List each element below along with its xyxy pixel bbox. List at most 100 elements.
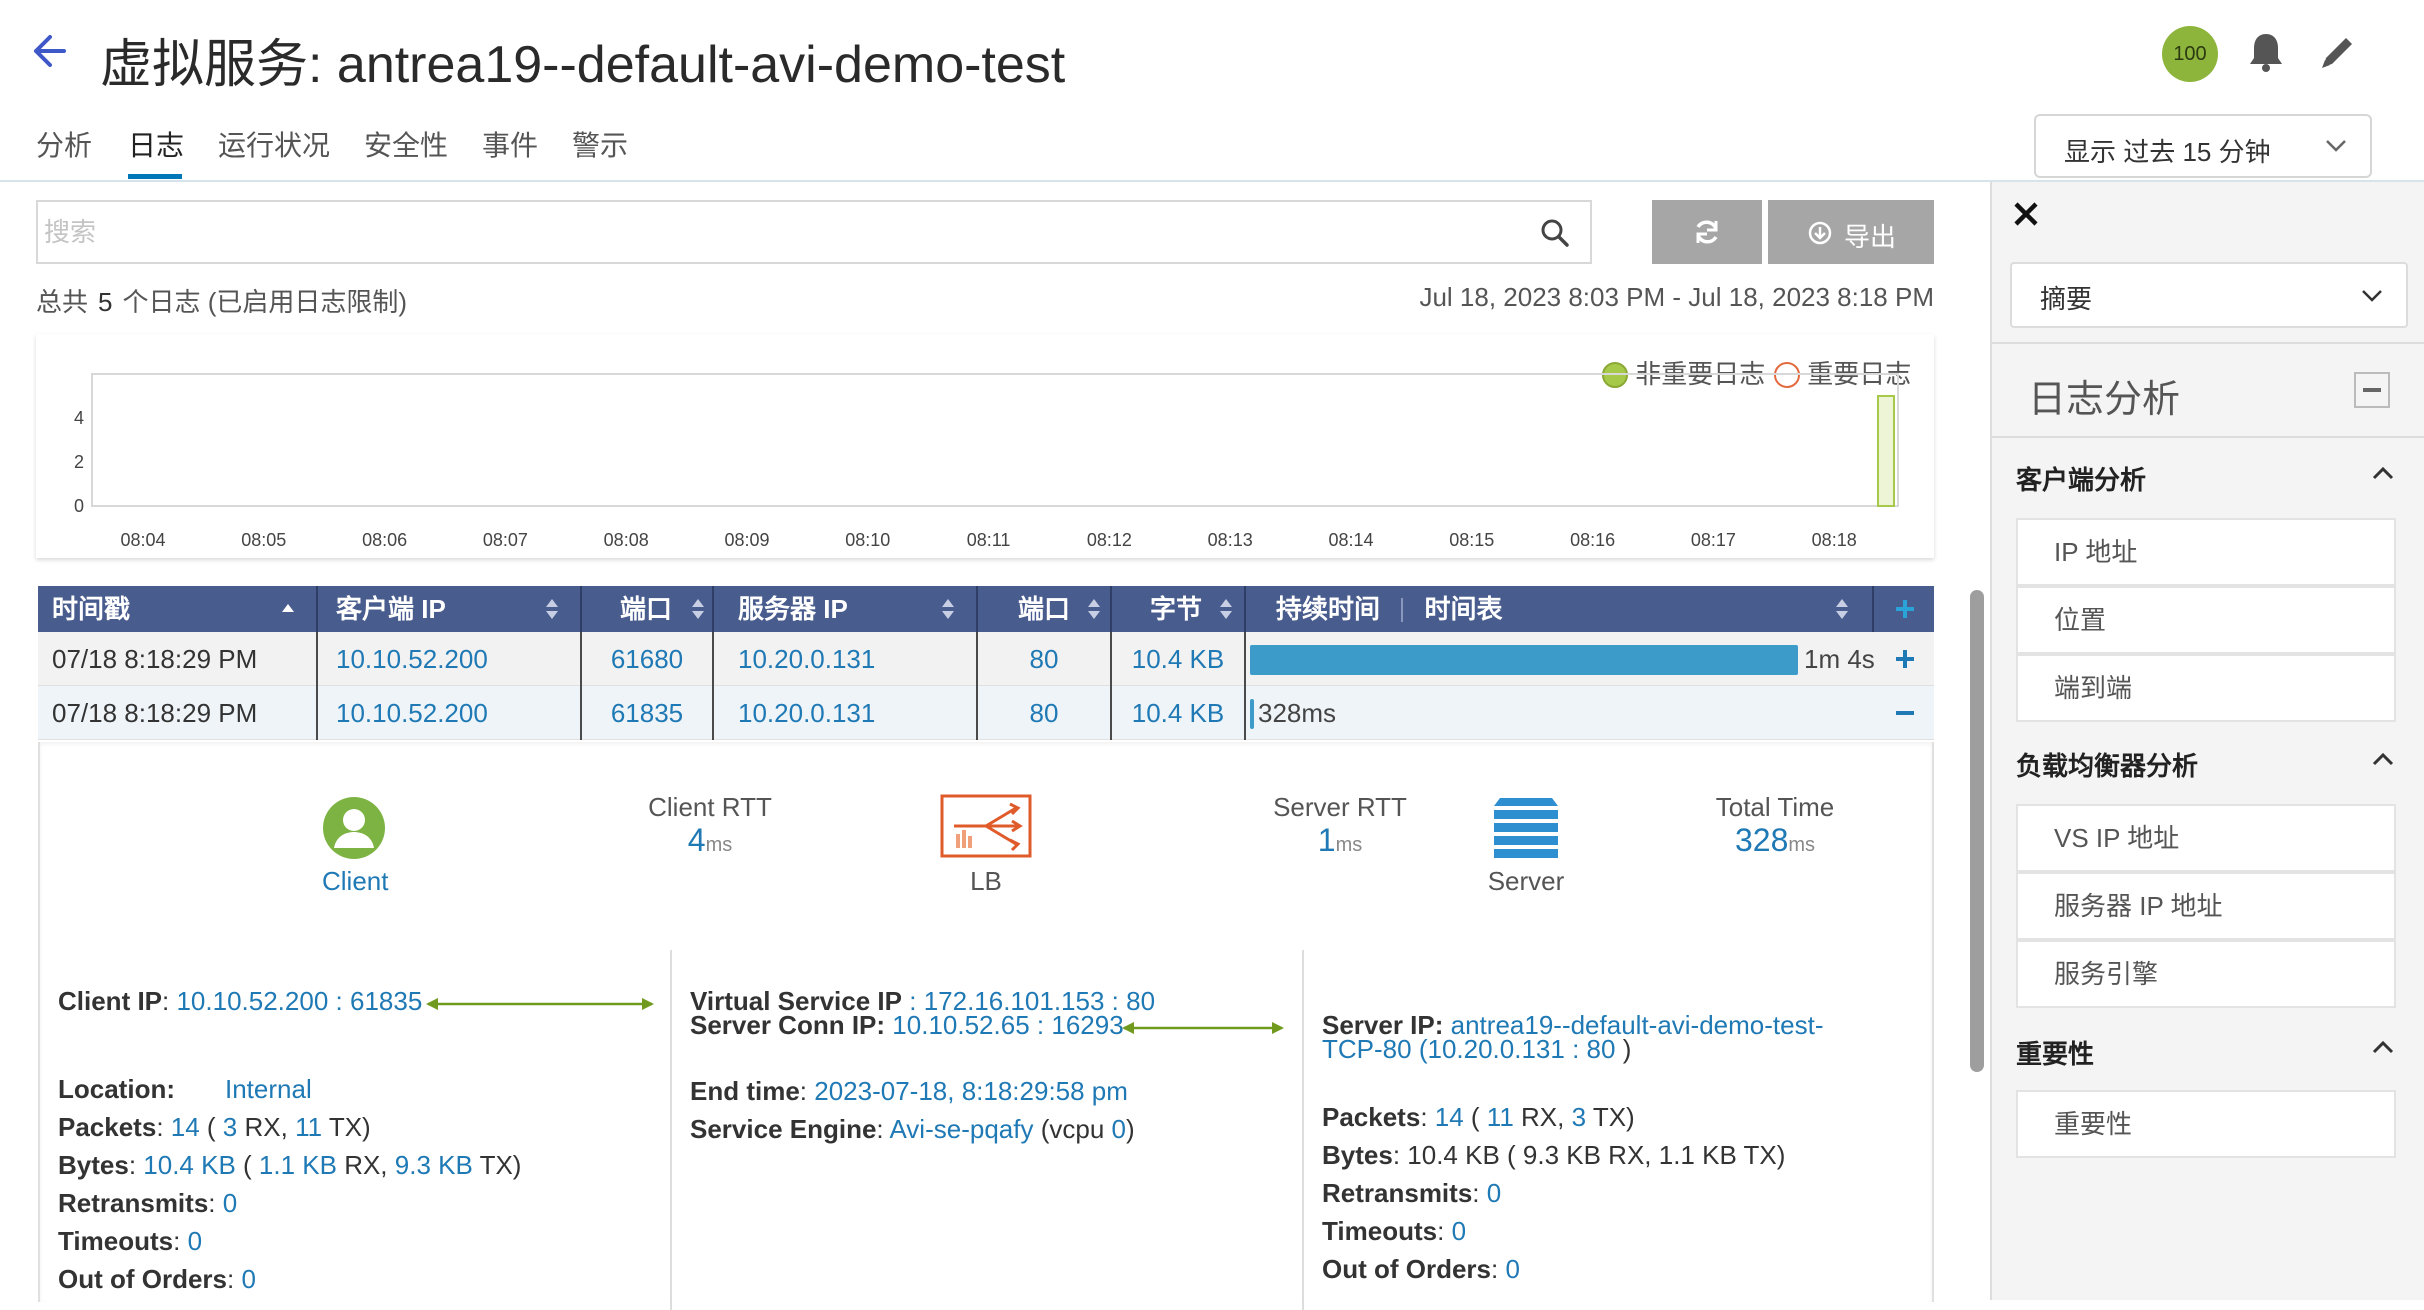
item-end-to-end[interactable]: 端到端 (2016, 654, 2396, 722)
col-bytes[interactable]: 字节 (1112, 586, 1246, 632)
export-button[interactable]: 导出 (1768, 200, 1934, 264)
timeouts-line: Timeouts: 0 (1322, 1216, 1467, 1246)
chevron-up-icon[interactable] (2372, 466, 2394, 480)
chevron-up-icon[interactable] (2372, 1040, 2394, 1054)
cell-client-ip[interactable]: 10.10.52.200 (318, 686, 582, 740)
close-icon[interactable] (2012, 200, 2040, 228)
panel-view-value: 摘要 (2040, 284, 2093, 314)
sort-icon (1088, 599, 1100, 619)
collapse-panel-button[interactable] (2354, 372, 2390, 408)
packets-rx: 11 (1486, 1102, 1514, 1132)
tab-security[interactable]: 安全性 (364, 124, 448, 164)
server-name-value-2[interactable]: TCP-80 (1322, 1034, 1412, 1064)
table-header: 时间戳 客户端 IP 端口 服务器 IP 端口 字节 持续时间 时间表 (38, 586, 1934, 632)
table-row[interactable]: 07/18 8:18:29 PM 10.10.52.200 61680 10.2… (38, 632, 1934, 686)
field-label: Packets (1322, 1102, 1421, 1132)
rtt-number: 4 (687, 822, 706, 858)
field-label: Bytes (1322, 1140, 1393, 1170)
back-arrow-icon[interactable] (28, 30, 72, 80)
col-timestamp[interactable]: 时间戳 (38, 586, 318, 632)
cell-client-ip[interactable]: 10.10.52.200 (318, 632, 582, 686)
item-vs-ip[interactable]: VS IP 地址 (2016, 804, 2396, 872)
col-client-ip[interactable]: 客户端 IP (318, 586, 582, 632)
time-range-select[interactable]: 显示 过去 15 分钟 (2034, 114, 2372, 178)
location-line: Location: Internal (58, 1074, 312, 1105)
section-lb-analytics[interactable]: 负载均衡器分析 (2016, 746, 2198, 783)
client-port-value[interactable]: 61835 (350, 986, 422, 1016)
cell-server-port[interactable]: 80 (978, 632, 1112, 686)
field-label: Service Engine (690, 1114, 877, 1144)
tab-alerts[interactable]: 警示 (572, 124, 628, 164)
item-location[interactable]: 位置 (2016, 586, 2396, 654)
tab-logs[interactable]: 日志 (128, 124, 184, 164)
bell-icon[interactable] (2244, 30, 2294, 80)
search-box[interactable] (36, 200, 1592, 264)
field-label: Server Conn IP: (690, 1010, 886, 1040)
main-scrollbar-thumb[interactable] (1970, 590, 1984, 1072)
end-time-value: 2023-07-18, 8:18:29:58 pm (814, 1076, 1128, 1106)
table-row[interactable]: 07/18 8:18:29 PM 10.10.52.200 61835 10.2… (38, 686, 1934, 740)
col-label: 客户端 IP (336, 594, 446, 624)
timeouts-value: 0 (1451, 1216, 1467, 1246)
field-label: Client IP (58, 986, 163, 1016)
total-time-unit: ms (1788, 834, 1816, 856)
cell-server-ip[interactable]: 10.20.0.131 (714, 686, 978, 740)
retransmits-value: 0 (1486, 1178, 1502, 1208)
vs-port-value[interactable]: 80 (1126, 986, 1155, 1016)
server-conn-port-value[interactable]: 16293 (1051, 1010, 1123, 1040)
item-significance[interactable]: 重要性 (2016, 1090, 2396, 1158)
column-divider (1302, 950, 1304, 1310)
col-server-port[interactable]: 端口 (978, 586, 1112, 632)
col-server-ip[interactable]: 服务器 IP (714, 586, 978, 632)
client-label: Client (322, 866, 389, 896)
panel-title: 日志分析 (2028, 379, 2181, 421)
chevron-up-icon[interactable] (2372, 752, 2394, 766)
field-label: Timeouts (1322, 1216, 1438, 1246)
col-duration[interactable]: 持续时间 时间表 (1246, 586, 1874, 632)
cell-bytes[interactable]: 10.4 KB (1112, 632, 1246, 686)
section-significance[interactable]: 重要性 (2016, 1034, 2094, 1071)
expand-row-button[interactable] (1874, 632, 1934, 686)
item-ip-address[interactable]: IP 地址 (2016, 518, 2396, 586)
tab-events[interactable]: 事件 (482, 124, 538, 164)
edit-pencil-icon[interactable] (2316, 30, 2366, 80)
service-engine-value[interactable]: Avi-se-pqafy (889, 1114, 1033, 1144)
server-ip-value[interactable]: 10.20.0.131 (1427, 1034, 1564, 1064)
cell-server-ip[interactable]: 10.20.0.131 (714, 632, 978, 686)
x-tick-label: 08:15 (1449, 530, 1494, 550)
log-analytics-panel: 摘要 日志分析 客户端分析 IP 地址 位置 端到端 负载均衡器分析 VS IP… (1990, 182, 2424, 1300)
x-tick-label: 08:06 (362, 530, 407, 550)
server-port-value[interactable]: 80 (1587, 1034, 1616, 1064)
tab-health[interactable]: 运行状况 (218, 124, 330, 164)
collapse-row-button[interactable] (1874, 686, 1934, 740)
tab-analytics[interactable]: 分析 (36, 124, 92, 164)
download-icon (1808, 221, 1832, 245)
cell-server-port[interactable]: 80 (978, 686, 1112, 740)
minus-icon (2363, 388, 2381, 392)
server-conn-ip-value[interactable]: 10.10.52.65 (892, 1010, 1029, 1040)
cell-client-port[interactable]: 61835 (582, 686, 714, 740)
field-label: Bytes (58, 1150, 129, 1180)
item-server-ip[interactable]: 服务器 IP 地址 (2016, 872, 2396, 940)
client-user-icon (322, 796, 386, 860)
x-tick-label: 08:07 (483, 530, 528, 550)
add-column-button[interactable] (1874, 586, 1934, 632)
out-of-orders-value: 0 (1505, 1254, 1520, 1284)
refresh-button[interactable] (1652, 200, 1762, 264)
col-label: 字节 (1150, 594, 1203, 624)
client-ip-value[interactable]: 10.10.52.200 (176, 986, 328, 1016)
location-value[interactable]: Internal (225, 1074, 312, 1104)
col-client-port[interactable]: 端口 (582, 586, 714, 632)
cell-duration: 1m 4s (1246, 632, 1875, 686)
panel-view-select[interactable]: 摘要 (2010, 262, 2408, 328)
health-score-badge[interactable]: 100 (2162, 26, 2218, 82)
sort-icon (1220, 599, 1232, 619)
server-rtt-value: 1ms (1220, 822, 1460, 859)
cell-client-port[interactable]: 61680 (582, 632, 714, 686)
search-input[interactable] (44, 210, 1514, 254)
item-service-engine[interactable]: 服务引擎 (2016, 940, 2396, 1008)
cell-bytes[interactable]: 10.4 KB (1112, 686, 1246, 740)
time-range-value: 显示 过去 15 分钟 (2064, 137, 2271, 167)
search-icon[interactable] (1540, 218, 1570, 248)
section-client-analytics[interactable]: 客户端分析 (2016, 460, 2146, 497)
